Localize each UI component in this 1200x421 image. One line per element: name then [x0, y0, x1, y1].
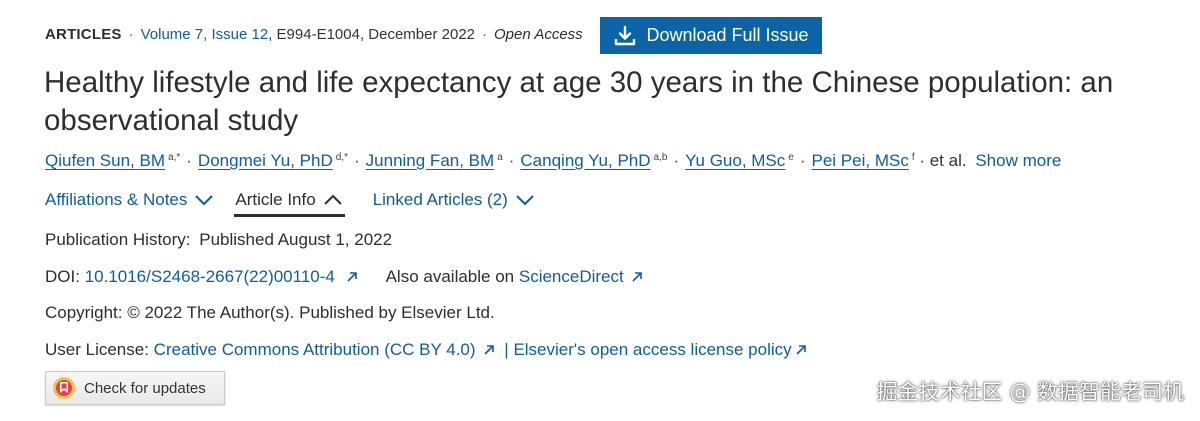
- doi-label: DOI:: [45, 267, 80, 286]
- chevron-down-icon: [195, 195, 214, 206]
- author-affiliation: d,*: [335, 152, 348, 163]
- publication-history-label: Publication History:: [45, 230, 191, 249]
- tab-label: Article Info: [235, 190, 316, 209]
- watermark-text: 掘金技术社区 @ 数据智能老司机: [876, 380, 1184, 404]
- author-affiliation: e: [788, 152, 794, 163]
- volume-issue-link[interactable]: Volume 7, Issue 12: [141, 26, 269, 43]
- open-access-label: Open Access: [494, 26, 583, 43]
- separator-dot: ·: [186, 151, 192, 170]
- tab-linked-articles[interactable]: Linked Articles (2): [373, 190, 535, 217]
- license-label: User License:: [45, 340, 149, 359]
- author-link[interactable]: Pei Pei, MSc: [812, 151, 909, 170]
- cc-license-link[interactable]: Creative Commons Attribution (CC BY 4.0): [154, 340, 476, 359]
- chevron-up-icon: [323, 194, 342, 205]
- tab-label: Affiliations & Notes: [45, 190, 188, 209]
- separator-dot: ·: [482, 26, 488, 43]
- doi-line: DOI: 10.1016/S2468-2667(22)00110-4 Also …: [45, 267, 644, 287]
- show-more-link[interactable]: Show more: [975, 151, 1061, 170]
- article-title: Healthy lifestyle and life expectancy at…: [44, 66, 1114, 137]
- external-link-icon: [796, 345, 806, 355]
- separator-dot: ·: [353, 151, 360, 170]
- tab-label: Linked Articles (2): [372, 190, 508, 209]
- download-full-issue-button[interactable]: Download Full Issue: [600, 17, 822, 54]
- tab-article-info[interactable]: Article Info: [234, 190, 345, 217]
- separator-dot: ·: [673, 151, 680, 170]
- author-link[interactable]: Qiufen Sun, BM: [45, 151, 165, 170]
- download-icon: [615, 25, 636, 45]
- section-label: ARTICLES: [45, 26, 122, 43]
- article-meta-row: ARTICLES · Volume 7, Issue 12 , E994-E10…: [45, 26, 583, 43]
- separator-dot: ·: [799, 151, 806, 170]
- external-link-icon: [483, 345, 494, 355]
- crossmark-icon: [53, 377, 75, 399]
- also-available-label: Also available on: [385, 267, 515, 286]
- doi-link[interactable]: 10.1016/S2468-2667(22)00110-4: [85, 267, 335, 286]
- article-tabs: Affiliations & Notes Article Info Linked…: [45, 190, 535, 217]
- copyright-line: Copyright: © 2022 The Author(s). Publish…: [45, 303, 495, 322]
- chevron-down-icon: [516, 195, 534, 206]
- author-affiliation: a,b: [653, 152, 668, 163]
- check-for-updates-label: Check for updates: [84, 379, 206, 397]
- publication-history-value: Published August 1, 2022: [199, 230, 393, 249]
- publication-history: Publication History: Published August 1,…: [45, 230, 392, 250]
- sciencedirect-link[interactable]: ScienceDirect: [519, 267, 624, 286]
- author-affiliation: a,*: [168, 152, 181, 163]
- author-list: Qiufen Sun, BM a,* · Dongmei Yu, PhD d,* · Jun…: [45, 151, 1061, 171]
- check-for-updates-button[interactable]: Check for updates: [45, 371, 225, 405]
- et-al-text: · et al.: [919, 151, 967, 170]
- author-link[interactable]: Canqing Yu, PhD: [520, 151, 650, 170]
- author-link[interactable]: Dongmei Yu, PhD: [198, 151, 333, 170]
- download-button-label: Download Full Issue: [646, 25, 809, 45]
- author-affiliation: f: [911, 152, 915, 163]
- license-separator: |: [504, 340, 509, 359]
- author-link[interactable]: Yu Guo, MSc: [685, 151, 785, 170]
- user-license-line: User License: Creative Commons Attributi…: [45, 340, 808, 360]
- external-link-icon: [347, 272, 357, 282]
- separator-dot: ·: [128, 26, 134, 43]
- elsevier-policy-link[interactable]: Elsevier's open access license policy: [513, 340, 791, 359]
- tab-affiliations-notes[interactable]: Affiliations & Notes: [45, 190, 214, 217]
- author-affiliation: a: [497, 152, 503, 163]
- author-link[interactable]: Junning Fan, BM: [366, 151, 495, 170]
- separator-dot: ·: [508, 151, 515, 170]
- external-link-icon: [632, 272, 642, 282]
- pages-date: , E994-E1004, December 2022: [268, 26, 476, 43]
